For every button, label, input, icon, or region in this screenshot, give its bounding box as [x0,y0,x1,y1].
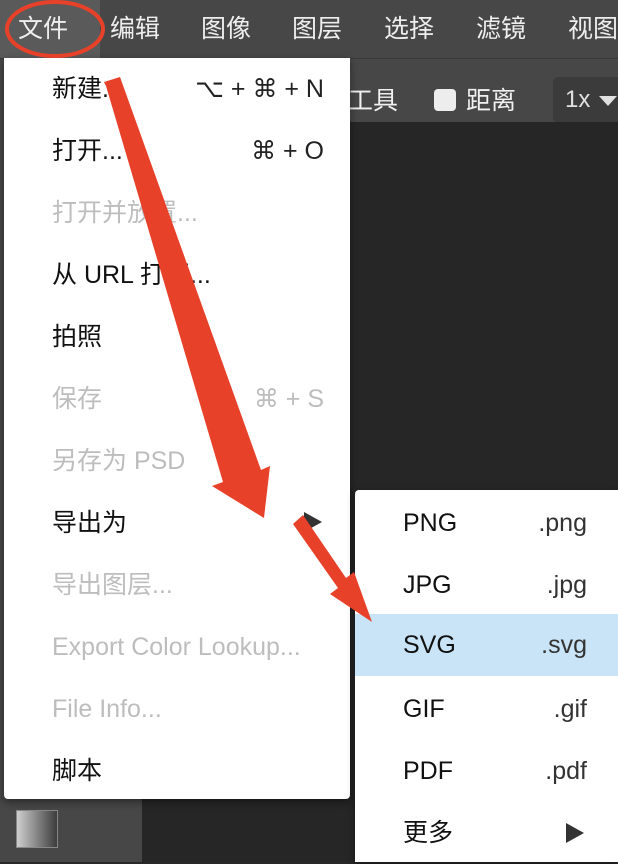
menu-item-label: 拍照 [52,323,103,351]
menu-item-save: 保存 ⌘ + S [4,368,350,430]
menu-item-label: 保存 [52,385,103,413]
menu-item-label: 导出为 [52,509,128,537]
menu-item-open-from-url[interactable]: 从 URL 打开... [4,244,350,306]
export-pdf[interactable]: PDF .pdf [355,740,618,802]
menu-item-export-as[interactable]: 导出为 [4,492,350,554]
menu-file[interactable]: 文件 [0,0,100,58]
export-svg[interactable]: SVG .svg [355,614,618,676]
format-label: PNG [403,509,458,537]
format-extension: .svg [541,631,587,659]
export-submenu: PNG .png JPG .jpg SVG .svg GIF .gif PDF … [355,490,618,862]
file-menu-dropdown: 新建... ⌥ + ⌘ + N 打开... ⌘ + O 打开并放置... 从 U… [4,58,350,799]
menu-item-export-color-lookup: Export Color Lookup... [4,616,350,678]
export-gif[interactable]: GIF .gif [355,678,618,740]
menu-item-label: 导出图层... [52,571,173,599]
menu-filter[interactable]: 滤镜 [476,0,526,58]
format-extension: .jpg [546,571,587,599]
menu-image[interactable]: 图像 [201,0,251,58]
format-extension: .gif [553,695,587,723]
menu-item-label: 打开并放置... [52,199,198,227]
export-more[interactable]: 更多 [355,802,618,864]
format-label: 更多 [403,819,454,847]
menu-item-label: File Info... [52,695,162,723]
format-label: PDF [403,757,453,785]
menu-item-open[interactable]: 打开... ⌘ + O [4,120,350,182]
submenu-arrow-icon [566,823,584,843]
menu-item-take-photo[interactable]: 拍照 [4,306,350,368]
menu-item-export-layers: 导出图层... [4,554,350,616]
menu-edit[interactable]: 编辑 [110,0,160,58]
format-label: JPG [403,571,452,599]
format-extension: .pdf [545,757,587,785]
color-swatch[interactable] [16,810,58,848]
menu-item-label: 另存为 PSD [52,447,186,475]
format-label: SVG [403,631,456,659]
shortcut-text: ⌥ + ⌘ + N [195,75,324,103]
zoom-select[interactable]: 1x [553,77,618,123]
zoom-value: 1x [565,86,591,113]
menubar: 文件 编辑 图像 图层 选择 滤镜 视图 [0,0,618,58]
menu-item-file-info: File Info... [4,678,350,740]
chevron-down-icon [599,96,617,106]
submenu-arrow-icon [304,512,322,532]
menu-item-script[interactable]: 脚本 [4,740,350,802]
distance-checkbox[interactable] [434,89,456,111]
export-jpg[interactable]: JPG .jpg [355,554,618,616]
menu-item-label: 打开... [52,137,123,165]
menu-item-save-as-psd: 另存为 PSD [4,430,350,492]
format-extension: .png [538,509,587,537]
menu-item-label: 脚本 [52,757,103,785]
menu-layer[interactable]: 图层 [292,0,342,58]
menu-item-open-and-place: 打开并放置... [4,182,350,244]
menu-item-label: 新建... [52,75,123,103]
export-png[interactable]: PNG .png [355,492,618,554]
shortcut-text: ⌘ + S [253,385,324,413]
menu-select[interactable]: 选择 [384,0,434,58]
menu-item-label: 从 URL 打开... [52,261,211,289]
format-label: GIF [403,695,445,723]
shortcut-text: ⌘ + O [251,137,324,165]
menu-item-new[interactable]: 新建... ⌥ + ⌘ + N [4,58,350,120]
menu-view[interactable]: 视图 [568,0,618,58]
menu-item-label: Export Color Lookup... [52,633,301,661]
